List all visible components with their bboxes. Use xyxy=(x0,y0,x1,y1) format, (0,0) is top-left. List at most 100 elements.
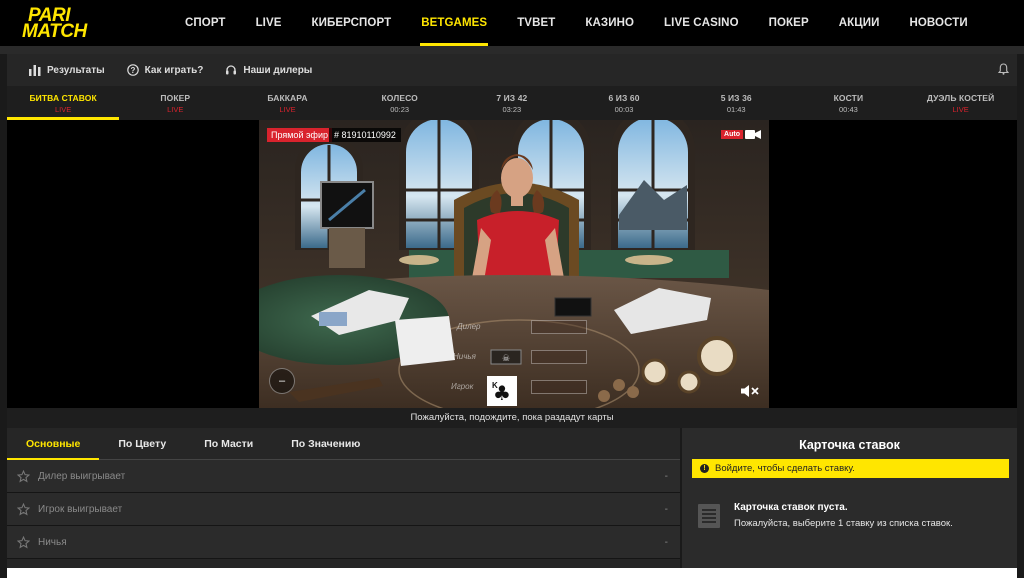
nav-news[interactable]: НОВОСТИ xyxy=(894,0,982,46)
bet-row-player-wins[interactable]: Игрок выигрывает - xyxy=(7,493,680,526)
bet-tabs: Основные По Цвету По Масти По Значению xyxy=(7,428,680,461)
results-button[interactable]: Результаты xyxy=(29,64,105,76)
game-tab-name: 5 ИЗ 36 xyxy=(720,92,752,103)
live-video[interactable]: ♣ K ☠ Дилер Ничья Игрок Прямой эфир # 81… xyxy=(259,120,769,408)
game-tab-name: БИТВА СТАВОК xyxy=(29,92,97,103)
bet-odds: - xyxy=(664,536,668,548)
table-player-label: Игрок xyxy=(451,382,474,391)
empty-slip: Карточка ставок пуста. Пожалуйста, выбер… xyxy=(698,502,953,529)
nav-casino[interactable]: КАЗИНО xyxy=(570,0,649,46)
game-tab-timer: 00:03 xyxy=(614,104,634,114)
header-separator xyxy=(0,46,1024,54)
tab-by-suit[interactable]: По Масти xyxy=(185,428,272,460)
game-tab-timer: 01:43 xyxy=(726,104,746,114)
nav-poker[interactable]: ПОКЕР xyxy=(754,0,824,46)
parimatch-logo[interactable]: PARI MATCH xyxy=(22,6,128,42)
ticket-icon xyxy=(698,503,720,528)
game-tab-status: LIVE xyxy=(54,104,72,114)
bet-odds: - xyxy=(664,503,668,515)
bet-odds: - xyxy=(664,470,668,482)
game-tab-name: 6 ИЗ 60 xyxy=(608,92,640,103)
nav-promotions[interactable]: АКЦИИ xyxy=(824,0,895,46)
tab-5-of-36[interactable]: 5 ИЗ 36 01:43 xyxy=(680,86,792,120)
game-tab-timer: 03:23 xyxy=(502,104,522,114)
nav-betgames[interactable]: BETGAMES xyxy=(406,0,502,46)
nav-sport[interactable]: СПОРТ xyxy=(170,0,241,46)
tab-by-value[interactable]: По Значению xyxy=(272,428,379,460)
game-tab-status: LIVE xyxy=(279,104,296,114)
studio-scene: ♣ K ☠ xyxy=(259,120,769,408)
bar-chart-icon xyxy=(29,64,41,76)
dealer-card-slot xyxy=(531,320,587,334)
logo-line2: MATCH xyxy=(22,21,87,42)
game-tab-name: ПОКЕР xyxy=(160,92,191,103)
star-icon[interactable] xyxy=(17,502,30,516)
game-tab-name: ДУЭЛЬ КОСТЕЙ xyxy=(926,92,995,103)
video-stage: ♣ K ☠ Дилер Ничья Игрок Прямой эфир # 81… xyxy=(7,120,1017,408)
game-tab-name: 7 ИЗ 42 xyxy=(496,92,528,103)
auto-quality-badge[interactable]: Auto xyxy=(721,130,743,139)
bet-slip-title: Карточка ставок xyxy=(799,438,900,452)
results-label: Результаты xyxy=(47,64,105,76)
video-camera-icon[interactable] xyxy=(745,129,761,140)
tab-by-color[interactable]: По Цвету xyxy=(99,428,185,460)
main-nav: СПОРТ LIVE КИБЕРСПОРТ BETGAMES TVBET КАЗ… xyxy=(170,0,983,46)
tab-7-of-42[interactable]: 7 ИЗ 42 03:23 xyxy=(456,86,568,120)
game-tabs: БИТВА СТАВОК LIVE ПОКЕР LIVE БАККАРА LIV… xyxy=(7,86,1017,120)
tab-baccarat[interactable]: БАККАРА LIVE xyxy=(231,86,343,120)
game-tab-status: LIVE xyxy=(167,104,184,114)
info-icon: ! xyxy=(700,464,709,473)
tab-wheel[interactable]: КОЛЕСО 00:23 xyxy=(344,86,456,120)
dealers-label: Наши дилеры xyxy=(243,64,313,76)
tab-dice-duel[interactable]: ДУЭЛЬ КОСТЕЙ LIVE xyxy=(905,86,1017,120)
bet-slip: Карточка ставок ! Войдите, чтобы сделать… xyxy=(682,428,1017,568)
star-icon[interactable] xyxy=(17,469,30,483)
game-tab-status: LIVE xyxy=(952,104,969,114)
live-badge: Прямой эфир xyxy=(267,128,332,142)
nav-esports[interactable]: КИБЕРСПОРТ xyxy=(297,0,407,46)
round-id: # 81910110992 xyxy=(329,128,401,142)
nav-live-casino[interactable]: LIVE CASINO xyxy=(649,0,754,46)
game-toolbar: Результаты ? Как играть? Наши дилеры xyxy=(7,54,1017,86)
tab-6-of-60[interactable]: 6 ИЗ 60 00:03 xyxy=(568,86,680,120)
headset-icon xyxy=(226,65,237,75)
tab-poker[interactable]: ПОКЕР LIVE xyxy=(119,86,231,120)
svg-text:☠: ☠ xyxy=(502,354,510,364)
how-to-play-label: Как играть? xyxy=(144,64,204,76)
tab-war-of-bets[interactable]: БИТВА СТАВОК LIVE xyxy=(7,86,120,120)
star-icon[interactable] xyxy=(17,535,30,549)
svg-text:?: ? xyxy=(130,66,135,75)
table-draw-label: Ничья xyxy=(453,352,476,361)
tab-dice[interactable]: КОСТИ 00:43 xyxy=(792,86,904,120)
nav-live[interactable]: LIVE xyxy=(241,0,297,46)
question-icon: ? xyxy=(126,64,139,76)
table-dealer-label: Дилер xyxy=(457,322,481,331)
minimize-button[interactable]: – xyxy=(269,368,295,394)
muted-speaker-icon[interactable] xyxy=(741,384,759,398)
game-tab-timer: 00:23 xyxy=(390,104,410,114)
game-tab-name: КОСТИ xyxy=(833,92,864,103)
bet-label: Ничья xyxy=(38,536,67,548)
bet-row-dealer-wins[interactable]: Дилер выигрывает - xyxy=(7,460,680,493)
bet-row-draw[interactable]: Ничья - xyxy=(7,526,680,559)
empty-slip-title: Карточка ставок пуста. xyxy=(734,502,848,513)
svg-text:K: K xyxy=(492,381,498,390)
top-bar: PARI MATCH СПОРТ LIVE КИБЕРСПОРТ BETGAME… xyxy=(0,0,1024,46)
bet-label: Игрок выигрывает xyxy=(38,503,123,515)
player-card-slot xyxy=(531,380,587,394)
draw-card-slot xyxy=(531,350,587,364)
login-notice[interactable]: ! Войдите, чтобы сделать ставку. xyxy=(692,459,1009,478)
game-tab-name: КОЛЕСО xyxy=(381,92,418,103)
nav-tvbet[interactable]: TVBET xyxy=(502,0,570,46)
tab-main-bets[interactable]: Основные xyxy=(7,428,100,461)
dealers-button[interactable]: Наши дилеры xyxy=(225,64,312,76)
bet-markets: Основные По Цвету По Масти По Значению Д… xyxy=(7,428,680,568)
game-tab-timer: 00:43 xyxy=(839,104,858,114)
empty-slip-hint: Пожалуйста, выберите 1 ставку из списка … xyxy=(734,518,953,529)
game-tab-name: БАККАРА xyxy=(267,92,308,103)
bell-icon[interactable] xyxy=(998,63,1009,75)
bet-label: Дилер выигрывает xyxy=(38,470,126,482)
bottom-strip xyxy=(7,568,1017,578)
dealing-status: Пожалуйста, подождите, пока раздадут кар… xyxy=(7,408,1017,428)
how-to-play-button[interactable]: ? Как играть? xyxy=(126,64,204,76)
